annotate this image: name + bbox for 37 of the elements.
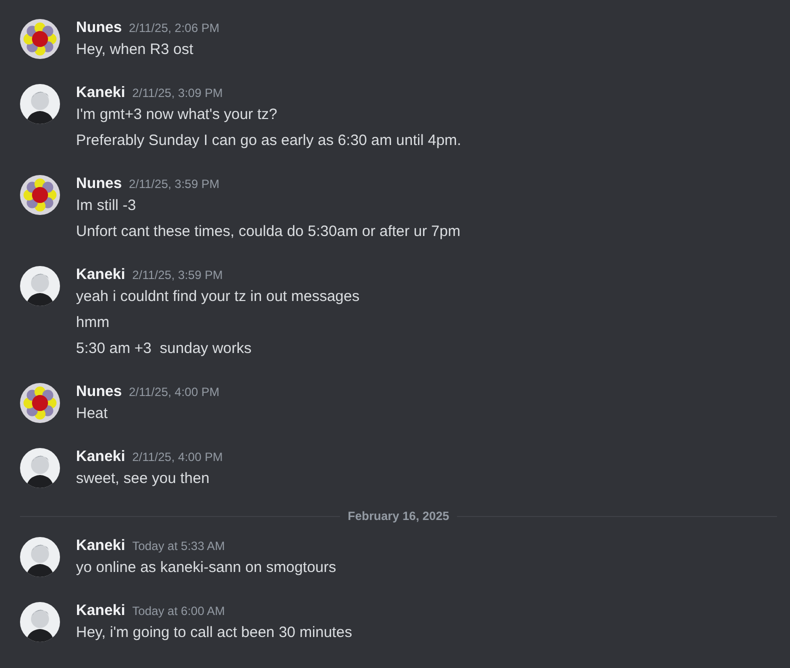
message-text: Heat (76, 404, 109, 424)
author-name[interactable]: Nunes (76, 19, 122, 36)
author-name[interactable]: Kaneki (76, 602, 126, 619)
author-name[interactable]: Nunes (76, 175, 122, 192)
message-text: Im still -3 (76, 196, 137, 216)
message-time: 2/11/25, 4:00 PM (128, 385, 220, 399)
message-time: 2/11/25, 4:00 PM (132, 450, 223, 464)
person-avatar-icon (20, 84, 60, 124)
author-name[interactable]: Nunes (76, 383, 122, 400)
person-avatar-icon (20, 448, 60, 488)
message-time: 2/11/25, 3:09 PM (132, 86, 223, 100)
author-name[interactable]: Kaneki (76, 537, 126, 554)
message-text: Hey, i'm going to call act been 30 minutes (76, 623, 352, 643)
message-time: 2/11/25, 3:59 PM (132, 268, 223, 282)
message-text: 5:30 am +3 sunday works (76, 339, 253, 359)
message-time: 2/11/25, 2:06 PM (128, 21, 220, 35)
date-divider-label: February 16, 2025 (348, 509, 450, 523)
flower-avatar-icon (20, 175, 60, 215)
message-text: I'm gmt+3 now what's your tz? (76, 105, 278, 125)
message-text: Preferably Sunday I can go as early as 6:30 am until 4pm. (76, 131, 462, 151)
message-text: yeah i couldnt find your tz in out messages (76, 287, 360, 307)
message-time: 2/11/25, 3:59 PM (128, 177, 220, 191)
flower-avatar-icon (20, 383, 60, 423)
message-text: hmm (76, 313, 110, 333)
person-avatar-icon (20, 602, 60, 642)
author-name[interactable]: Kaneki (76, 84, 126, 101)
person-avatar-icon (20, 266, 60, 306)
person-avatar-icon (20, 537, 60, 577)
author-name[interactable]: Kaneki (76, 266, 126, 283)
message-text: Unfort cant these times, coulda do 5:30am or after ur 7pm (76, 222, 460, 242)
message-time: Today at 6:00 AM (132, 604, 225, 618)
message-text: sweet, see you then (76, 469, 210, 489)
message-text: Hey, when R3 ost (76, 40, 194, 60)
message-text: yo online as kaneki-sann on smogtours (76, 558, 336, 578)
flower-avatar-icon (20, 19, 60, 59)
author-name[interactable]: Kaneki (76, 448, 126, 465)
message-time: Today at 5:33 AM (132, 539, 225, 553)
